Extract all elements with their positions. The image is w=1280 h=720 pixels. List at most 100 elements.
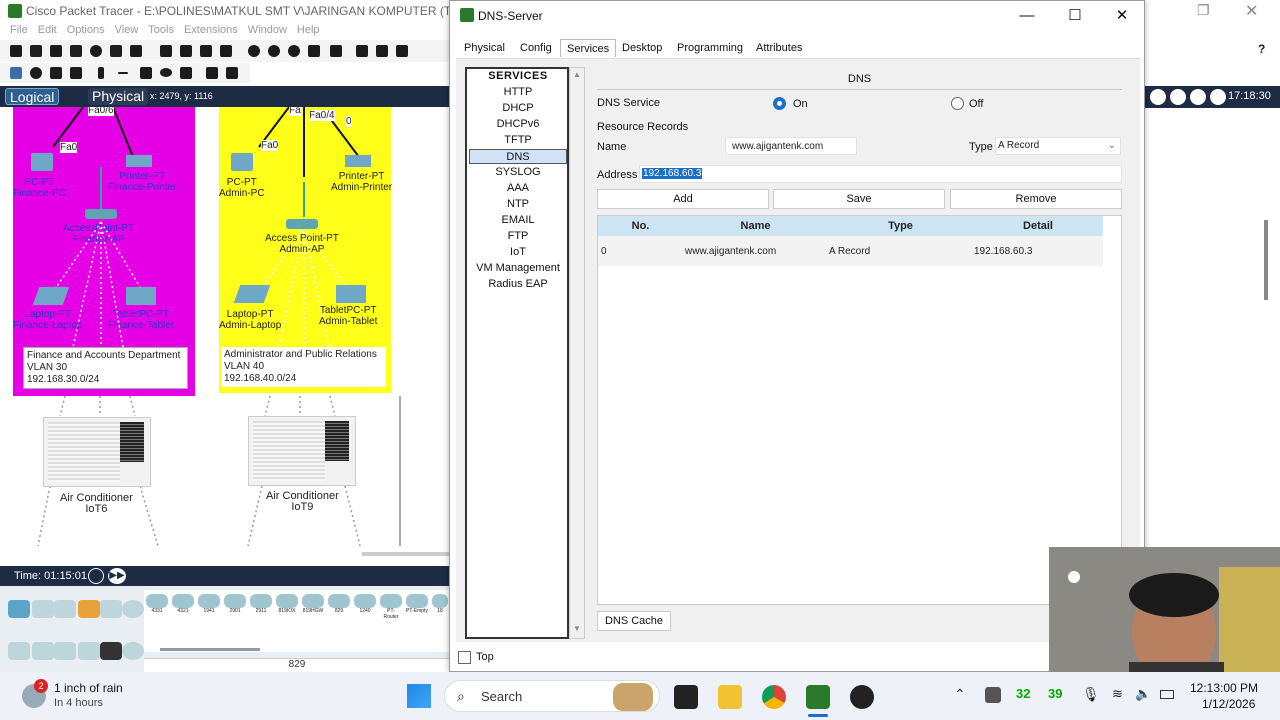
model-4331[interactable]: 4331 bbox=[146, 594, 168, 618]
address-input[interactable]: 192.168.60.3 bbox=[639, 165, 1122, 183]
tray-app-icon[interactable] bbox=[985, 687, 1001, 703]
menu-help[interactable]: Help bbox=[297, 24, 320, 36]
app-vscrollbar[interactable] bbox=[1264, 220, 1268, 300]
close-icon[interactable]: ✕ bbox=[1112, 6, 1132, 26]
table-row[interactable]: 0 www.ajigantenk.com A Record 192.168.60… bbox=[598, 236, 1103, 266]
finance-ap-icon[interactable] bbox=[85, 209, 117, 219]
model-pt-empty[interactable]: PT-Empty bbox=[406, 594, 428, 618]
name-input[interactable]: www.ajigantenk.com bbox=[725, 137, 857, 155]
workspace-hscrollbar[interactable] bbox=[362, 552, 450, 556]
tab-desktop[interactable]: Desktop bbox=[616, 39, 668, 57]
model-2911[interactable]: 2911 bbox=[250, 594, 272, 618]
wifi-icon[interactable]: ≋ bbox=[1112, 686, 1123, 702]
copy-icon[interactable] bbox=[160, 45, 172, 57]
tool-b-icon[interactable] bbox=[376, 45, 388, 57]
tab-attributes[interactable]: Attributes bbox=[750, 39, 808, 57]
svc-dhcp[interactable]: DHCP bbox=[469, 101, 567, 116]
zoom-reset-icon[interactable] bbox=[268, 45, 280, 57]
select-icon[interactable] bbox=[10, 67, 22, 79]
end-devices-icon[interactable] bbox=[32, 600, 54, 618]
admin-pc-icon[interactable] bbox=[231, 153, 253, 171]
scroll-down-icon[interactable]: ▼ bbox=[573, 624, 581, 633]
model-pt-router[interactable]: PT-Router bbox=[380, 594, 402, 620]
zoom-in-icon[interactable] bbox=[248, 45, 260, 57]
finance-pc-icon[interactable] bbox=[31, 153, 53, 171]
model-4321[interactable]: 4321 bbox=[172, 594, 194, 618]
ac-iot6-icon[interactable] bbox=[43, 417, 151, 487]
type-select[interactable]: A Record ⌄ bbox=[995, 137, 1121, 155]
microphone-icon[interactable]: 🎙 bbox=[1082, 686, 1100, 703]
finance-note[interactable]: Finance and Accounts Department VLAN 30 … bbox=[23, 347, 188, 389]
svc-dns[interactable]: DNS bbox=[469, 149, 567, 164]
finance-printer-icon[interactable] bbox=[126, 155, 152, 167]
svc-iot[interactable]: IoT bbox=[469, 245, 567, 260]
tab-physical[interactable]: Physical bbox=[458, 39, 511, 57]
wan-emu-icon[interactable] bbox=[122, 642, 144, 660]
tab-programming[interactable]: Programming bbox=[671, 39, 749, 57]
paste-icon[interactable] bbox=[180, 45, 192, 57]
routers-icon[interactable] bbox=[8, 642, 30, 660]
menu-extensions[interactable]: Extensions bbox=[184, 24, 238, 36]
model-2901[interactable]: 2901 bbox=[224, 594, 246, 618]
volume-icon[interactable]: 🔈 bbox=[1135, 686, 1151, 702]
cluster-icon[interactable] bbox=[1150, 89, 1166, 105]
activity-wizard-icon[interactable] bbox=[130, 45, 142, 57]
search-box[interactable]: ⌕ Search bbox=[444, 680, 660, 712]
clock-time[interactable]: 12:13:00 PM bbox=[1190, 681, 1258, 695]
app-close-icon[interactable]: ✕ bbox=[1245, 1, 1258, 21]
ellipse-icon[interactable] bbox=[160, 68, 172, 77]
line-icon[interactable] bbox=[118, 72, 128, 74]
top-checkbox[interactable] bbox=[458, 651, 471, 664]
maximize-icon[interactable]: ☐ bbox=[1065, 6, 1085, 26]
svc-tftp[interactable]: TFTP bbox=[469, 133, 567, 148]
fast-forward-icon[interactable]: ▶▶ bbox=[108, 568, 126, 584]
chrome-icon[interactable] bbox=[762, 685, 786, 709]
svc-aaa[interactable]: AAA bbox=[469, 181, 567, 196]
undo-icon[interactable] bbox=[200, 45, 212, 57]
admin-printer-icon[interactable] bbox=[345, 155, 371, 167]
remove-button[interactable]: Remove bbox=[950, 189, 1122, 209]
logical-workspace[interactable]: Fa0/6 Fa0 PC-PT Finance-PC Printer-PT Fi… bbox=[0, 107, 450, 559]
info-icon[interactable] bbox=[90, 45, 102, 57]
menu-view[interactable]: View bbox=[115, 24, 139, 36]
svc-radius-eap[interactable]: Radius EAP bbox=[469, 277, 567, 292]
svc-ntp[interactable]: NTP bbox=[469, 197, 567, 212]
security-icon[interactable] bbox=[100, 642, 122, 660]
restore-icon[interactable]: ❐ bbox=[1197, 2, 1210, 19]
dns-on-radio[interactable] bbox=[773, 97, 786, 110]
switches-icon[interactable] bbox=[32, 642, 54, 660]
tool-a-icon[interactable] bbox=[356, 45, 368, 57]
note-icon[interactable] bbox=[98, 67, 104, 79]
tab-services[interactable]: Services bbox=[560, 39, 617, 57]
logical-mode-button[interactable]: Logical bbox=[5, 88, 60, 105]
redo-icon[interactable] bbox=[220, 45, 232, 57]
svc-ftp[interactable]: FTP bbox=[469, 229, 567, 244]
network-info-icon[interactable] bbox=[110, 45, 122, 57]
svc-dhcpv6[interactable]: DHCPv6 bbox=[469, 117, 567, 132]
power-cycle-icon[interactable] bbox=[88, 568, 104, 584]
wireless-icon[interactable] bbox=[78, 642, 100, 660]
image-icon[interactable] bbox=[1190, 89, 1206, 105]
obs-icon[interactable] bbox=[850, 685, 874, 709]
simple-pdu-icon[interactable] bbox=[206, 67, 218, 79]
svc-syslog[interactable]: SYSLOG bbox=[469, 165, 567, 180]
finance-tablet-icon[interactable] bbox=[126, 287, 156, 305]
menu-edit[interactable]: Edit bbox=[38, 24, 57, 36]
task-view-icon[interactable] bbox=[674, 685, 698, 709]
tray-chevron-up-icon[interactable]: ⌃ bbox=[954, 686, 966, 703]
tool-c-icon[interactable] bbox=[396, 45, 408, 57]
menu-options[interactable]: Options bbox=[67, 24, 105, 36]
zoom-out-icon[interactable] bbox=[288, 45, 300, 57]
components-icon[interactable] bbox=[54, 600, 76, 618]
admin-tablet-icon[interactable] bbox=[336, 285, 366, 303]
menu-file[interactable]: File bbox=[10, 24, 28, 36]
multiuser-icon[interactable] bbox=[122, 600, 144, 618]
save-icon[interactable] bbox=[50, 45, 62, 57]
move-icon[interactable] bbox=[1170, 89, 1186, 105]
ac-iot9-icon[interactable] bbox=[248, 416, 356, 486]
dns-cache-button[interactable]: DNS Cache bbox=[597, 611, 671, 631]
rectangle-icon[interactable] bbox=[140, 67, 152, 79]
complex-pdu-icon[interactable] bbox=[226, 67, 238, 79]
svc-email[interactable]: EMAIL bbox=[469, 213, 567, 228]
minimize-icon[interactable]: — bbox=[1017, 6, 1037, 26]
